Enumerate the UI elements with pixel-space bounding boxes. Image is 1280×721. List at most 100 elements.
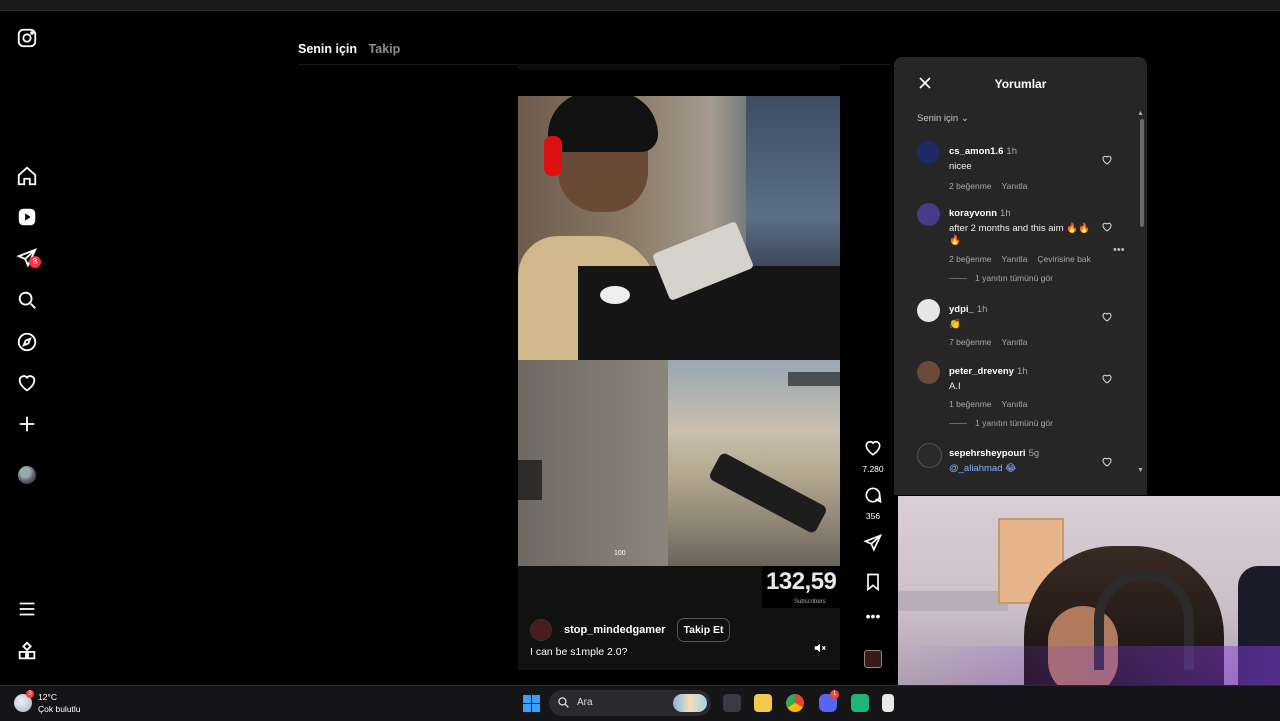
sidebar-nav: 8 [0, 10, 54, 685]
creator-avatar[interactable] [530, 619, 552, 641]
comment-avatar[interactable] [917, 299, 940, 322]
video-gameplay: 100 [518, 360, 840, 566]
heart-outline-icon [865, 440, 881, 456]
comment-time: 5g [1028, 448, 1040, 459]
create-icon[interactable] [15, 412, 39, 436]
home-icon[interactable] [15, 164, 39, 188]
comment-heart-icon[interactable] [1101, 221, 1113, 233]
comment-likes[interactable]: 2 beğenme [949, 181, 992, 191]
feed-tabs: Senin için Takip [298, 42, 408, 56]
comment-text: @_aliahmad 😂 [949, 463, 1017, 474]
creator-row: stop_mindedgamer Takip Et [530, 618, 730, 642]
app-icon-partial[interactable] [882, 694, 894, 712]
subscriber-count: 132,59 [766, 568, 837, 595]
weather-badge: 3 [26, 690, 34, 698]
comment-time: 1h [1016, 366, 1028, 377]
chrome-icon[interactable] [786, 694, 804, 712]
more-apps-icon[interactable] [15, 639, 39, 663]
view-replies-label: 1 yanıtın tümünü gör [975, 273, 1053, 283]
menu-icon[interactable] [15, 597, 39, 621]
more-options-icon[interactable]: ••• [858, 608, 888, 624]
comment-heart-icon[interactable] [1101, 154, 1113, 166]
mute-icon[interactable] [813, 641, 827, 655]
taskbar-search[interactable]: Ara [549, 690, 711, 716]
video-facecam [518, 96, 840, 360]
reels-icon[interactable] [15, 205, 39, 229]
comment-username[interactable]: sepehrsheypouri [949, 448, 1026, 459]
weather-temperature[interactable]: 12°C [38, 692, 57, 702]
comment-heart-icon[interactable] [1101, 373, 1113, 385]
heart-icon[interactable] [15, 371, 39, 395]
comment-time: 1h [1006, 146, 1017, 157]
view-replies-button[interactable]: 1 yanıtın tümünü gör [949, 418, 1053, 428]
previous-reel-edge [518, 64, 840, 70]
comment-username[interactable]: ydpi_ [949, 304, 974, 315]
subscriber-overlay: 132,59 Subscribers [762, 566, 840, 608]
reply-button[interactable]: Yanıtla [1002, 399, 1028, 409]
file-explorer-icon[interactable] [754, 694, 772, 712]
tab-for-you[interactable]: Senin için [298, 42, 357, 56]
creator-username[interactable]: stop_mindedgamer [564, 624, 665, 636]
reply-button[interactable]: Yanıtla [1002, 254, 1028, 264]
save-button[interactable] [858, 572, 888, 597]
search-icon [558, 697, 569, 708]
comment-text: nicee [949, 161, 972, 172]
comment-more-icon[interactable]: ••• [1113, 244, 1125, 256]
comment-count: 356 [865, 511, 881, 521]
comment-button[interactable]: 356 [858, 485, 888, 521]
app-icon[interactable] [851, 694, 869, 712]
comment-text: after 2 months and this aim 🔥🔥🔥 [949, 223, 1090, 246]
subscriber-label: Subscribers [794, 599, 826, 605]
weather-condition[interactable]: Çok bulutlu [38, 704, 81, 714]
discord-badge: 1 [830, 690, 839, 699]
comment-likes[interactable]: 7 beğenme [949, 337, 992, 347]
profile-avatar[interactable] [18, 466, 36, 484]
comment-time: 1h [976, 304, 988, 315]
comment-heart-icon[interactable] [1101, 311, 1113, 323]
scroll-down-icon[interactable]: ▼ [1137, 467, 1144, 474]
reply-button[interactable]: Yanıtla [1002, 181, 1028, 191]
comments-title: Yorumlar [994, 77, 1047, 91]
comments-filter-dropdown[interactable]: Senin için ⌄ [917, 113, 969, 124]
search-placeholder: Ara [577, 697, 593, 708]
search-icon[interactable] [15, 288, 39, 312]
like-count: 7.280 [862, 464, 884, 474]
view-replies-label: 1 yanıtın tümünü gör [975, 418, 1053, 428]
comment-likes[interactable]: 1 beğenme [949, 399, 992, 409]
task-view-icon[interactable] [723, 694, 741, 712]
comment-avatar[interactable] [917, 203, 940, 226]
notification-badge: 8 [29, 256, 41, 268]
audio-thumbnail[interactable] [864, 650, 882, 668]
windows-start-icon[interactable] [523, 695, 540, 712]
view-replies-button[interactable]: 1 yanıtın tümünü gör [949, 273, 1053, 283]
reel-caption: I can be s1mple 2.0? [530, 646, 628, 658]
scroll-up-icon[interactable]: ▲ [1137, 110, 1144, 117]
comments-scrollbar[interactable] [1140, 119, 1144, 227]
comment-time: 1h [1000, 208, 1011, 219]
share-button[interactable] [858, 533, 888, 558]
comments-panel: Yorumlar Senin için ⌄ ▲ ▼ cs_amon1.6 1h n… [894, 57, 1147, 495]
reply-button[interactable]: Yanıtla [1002, 337, 1028, 347]
explore-icon[interactable] [15, 330, 39, 354]
comment-text: A.I [949, 381, 961, 392]
reel-video[interactable]: 100 132,59 Subscribers stop_mindedgamer … [518, 96, 840, 670]
comment-likes[interactable]: 2 beğenme [949, 254, 992, 264]
comment-avatar[interactable] [917, 443, 942, 468]
share-icon [863, 533, 883, 552]
comment-avatar[interactable] [917, 361, 940, 384]
like-button[interactable]: 7.280 [858, 438, 888, 474]
tab-following[interactable]: Takip [369, 42, 401, 56]
hud-health: 100 [614, 550, 626, 557]
comment-heart-icon[interactable] [1101, 456, 1113, 468]
instagram-logo-icon[interactable] [15, 26, 39, 50]
comment-avatar[interactable] [917, 141, 940, 164]
follow-button[interactable]: Takip Et [677, 618, 730, 642]
comment-username[interactable]: korayvonn [949, 208, 997, 219]
comment-username[interactable]: cs_amon1.6 [949, 146, 1003, 157]
windows-taskbar: 3 12°C Çok bulutlu Ara 1 [0, 685, 1280, 721]
see-translation-button[interactable]: Çevirisine bak [1037, 254, 1090, 264]
browser-top-strip [0, 0, 1280, 11]
chevron-down-icon: ⌄ [960, 113, 969, 124]
filter-label: Senin için [917, 113, 959, 124]
comment-username[interactable]: peter_dreveny [949, 366, 1014, 377]
